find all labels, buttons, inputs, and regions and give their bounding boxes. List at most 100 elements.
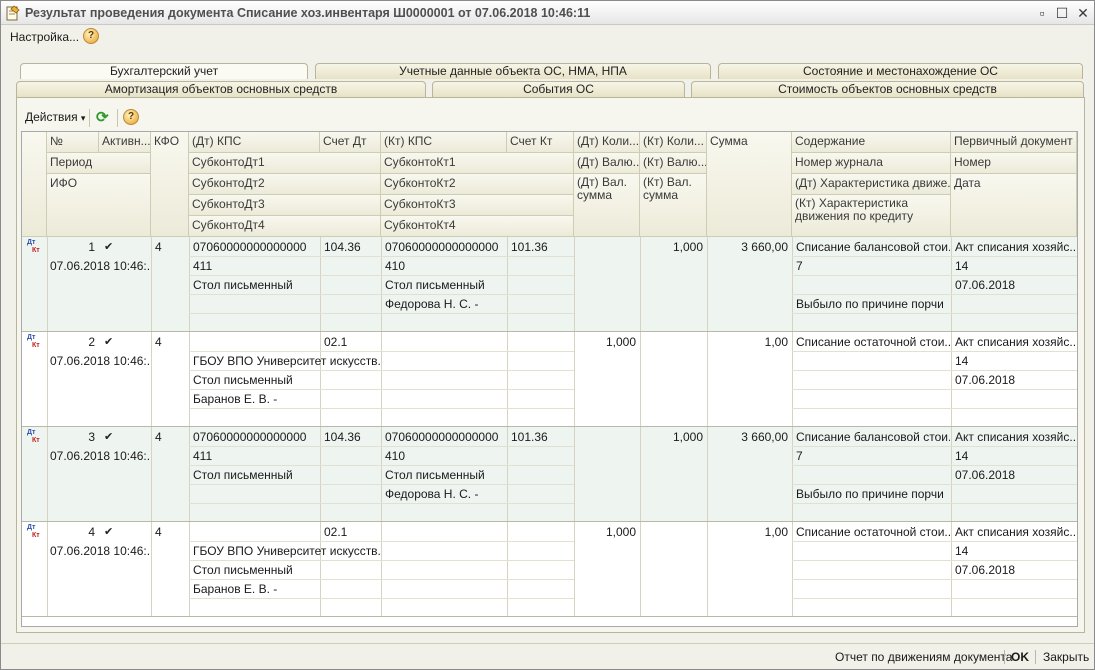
tab-os-state-location[interactable]: Состояние и местонахождение ОС — [718, 63, 1083, 79]
tab-depreciation[interactable]: Амортизация объектов основных средств — [16, 81, 426, 97]
grid-column-line — [951, 522, 952, 617]
header-dt-subconto3[interactable]: СубконтоДт3 — [189, 195, 381, 216]
grid-subrow-line — [792, 503, 1077, 504]
close-button[interactable]: Закрыть — [1043, 650, 1089, 664]
kt-quantity: 1,000 — [672, 240, 703, 254]
header-kt-movement[interactable]: (Кт) Характеристика движения по кредиту — [792, 195, 951, 237]
header-kt-currency-sum[interactable]: (Кт) Вал. сумма — [640, 174, 707, 237]
header-dt-subconto1[interactable]: СубконтоДт1 — [189, 153, 381, 174]
active-check-icon: ✔ — [104, 526, 114, 538]
refresh-icon[interactable]: ⟳ — [96, 108, 109, 126]
header-kt-subconto1[interactable]: СубконтоКт1 — [381, 153, 574, 174]
header-document-date[interactable]: Дата — [951, 174, 1077, 237]
toolbar-divider — [89, 109, 90, 127]
dt-subconto3: Баранов Е. В. - — [193, 582, 278, 596]
credit-label: Кт — [32, 437, 40, 444]
grid-column-line — [1077, 427, 1078, 522]
maximize-icon[interactable]: ☐ — [1053, 4, 1071, 22]
kt-subconto1: 410 — [385, 449, 406, 463]
tab-os-events[interactable]: События ОС — [432, 81, 685, 97]
grid-column-line — [792, 522, 793, 617]
tab-os-cost[interactable]: Стоимость объектов основных средств — [691, 81, 1084, 97]
actions-menu-button[interactable]: Действия ▾ — [25, 110, 85, 124]
grid-subrow-line — [792, 313, 1077, 314]
header-kt-subconto4[interactable]: СубконтоКт4 — [381, 216, 574, 237]
header-kt-subconto3[interactable]: СубконтоКт3 — [381, 195, 574, 216]
grid-subrow-line — [189, 275, 574, 276]
header-kt-quantity[interactable]: (Кт) Коли... — [640, 132, 707, 153]
document-result-window: Результат проведения документа Списание … — [0, 0, 1095, 670]
header-kt-subconto2[interactable]: СубконтоКт2 — [381, 174, 574, 195]
row-primary-doc: Акт списания хозяйс... — [955, 430, 1076, 444]
help-icon[interactable]: ? — [83, 28, 99, 44]
footer-bar: Отчет по движениям документа OK Закрыть — [1, 643, 1094, 669]
header-dt-kps[interactable]: (Дт) КПС — [189, 132, 320, 153]
grid-column-line — [951, 237, 952, 332]
grid-column-line — [507, 522, 508, 617]
debit-label: Дт — [27, 429, 36, 436]
dt-quantity: 1,000 — [605, 335, 636, 349]
restore-icon[interactable]: ▫ — [1033, 4, 1051, 22]
ok-button[interactable]: OK — [1011, 650, 1029, 664]
window-title: Результат проведения документа Списание … — [25, 6, 591, 20]
header-dt-subconto2[interactable]: СубконтоДт2 — [189, 174, 381, 195]
header-kt-kps[interactable]: (Кт) КПС — [381, 132, 507, 153]
grid-column-line — [189, 427, 190, 522]
grid-column-line — [1077, 332, 1078, 427]
row-period: 07.06.2018 10:46:... — [50, 354, 150, 368]
help-icon[interactable]: ? — [123, 109, 139, 125]
row-kfo: 4 — [155, 525, 162, 539]
header-journal-number[interactable]: Номер журнала — [792, 153, 951, 174]
tab-os-accounting-data[interactable]: Учетные данные объекта ОС, НМА, НПА — [315, 63, 711, 79]
grid-subrow-line — [189, 408, 574, 409]
dt-subconto1: ГБОУ ВПО Университет искусств... — [193, 544, 380, 558]
header-dt-movement[interactable]: (Дт) Характеристика движе... — [792, 174, 951, 195]
grid-column-line — [381, 332, 382, 427]
row-period: 07.06.2018 10:46:... — [50, 544, 150, 558]
grid-subrow-line — [189, 560, 574, 561]
active-check-icon: ✔ — [104, 241, 114, 253]
header-kfo[interactable]: КФО — [151, 132, 189, 237]
row-content: Списание балансовой стои... — [796, 430, 950, 444]
grid-subrow-line — [792, 541, 1077, 542]
grid-subrow-line — [189, 313, 574, 314]
movements-report-button[interactable]: Отчет по движениям документа — [835, 650, 1012, 664]
grid-subrow-line — [189, 484, 574, 485]
close-icon[interactable]: ✕ — [1074, 4, 1092, 22]
header-dt-currency[interactable]: (Дт) Валю... — [574, 153, 640, 174]
header-kt-account[interactable]: Счет Кт — [507, 132, 574, 153]
dt-subconto2: Стол письменный — [193, 278, 293, 292]
header-kt-currency[interactable]: (Кт) Валю... — [640, 153, 707, 174]
header-period[interactable]: Период — [47, 153, 151, 174]
row-kfo: 4 — [155, 240, 162, 254]
dt-account: 02.1 — [324, 335, 348, 349]
grid-subrow-line — [189, 465, 574, 466]
row-period: 07.06.2018 10:46:... — [50, 259, 150, 273]
row-doc-number: 14 — [955, 259, 969, 273]
grid-column-line — [151, 427, 152, 522]
kt-kps: 07060000000000000 — [385, 240, 499, 254]
tab-accounting[interactable]: Бухгалтерский учет — [20, 63, 308, 79]
header-dt-quantity[interactable]: (Дт) Коли... — [574, 132, 640, 153]
grid-subrow-line — [189, 541, 574, 542]
header-dt-subconto4[interactable]: СубконтоДт4 — [189, 216, 381, 237]
header-num[interactable]: № — [47, 132, 99, 153]
settings-menu-item[interactable]: Настройка... — [10, 30, 79, 44]
header-dt-account[interactable]: Счет Дт — [320, 132, 381, 153]
header-dt-currency-sum[interactable]: (Дт) Вал. сумма — [574, 174, 640, 237]
header-primary-document[interactable]: Первичный документ — [951, 132, 1077, 153]
header-document-number[interactable]: Номер — [951, 153, 1077, 174]
active-check-icon: ✔ — [104, 336, 114, 348]
header-active[interactable]: Активн... — [99, 132, 151, 153]
header-content[interactable]: Содержание — [792, 132, 951, 153]
dt-subconto1: ГБОУ ВПО Университет искусств... — [193, 354, 380, 368]
row-primary-doc: Акт списания хозяйс... — [955, 335, 1076, 349]
debit-credit-icon: Дт Кт — [27, 334, 41, 350]
row-doc-date: 07.06.2018 — [955, 278, 1016, 292]
header-ifo[interactable]: ИФО — [47, 174, 151, 237]
grid-column-line — [189, 522, 190, 617]
debit-credit-icon: Дт Кт — [27, 524, 41, 540]
actions-label: Действия — [25, 110, 78, 124]
row-doc-number: 14 — [955, 354, 969, 368]
header-sum[interactable]: Сумма — [707, 132, 792, 237]
